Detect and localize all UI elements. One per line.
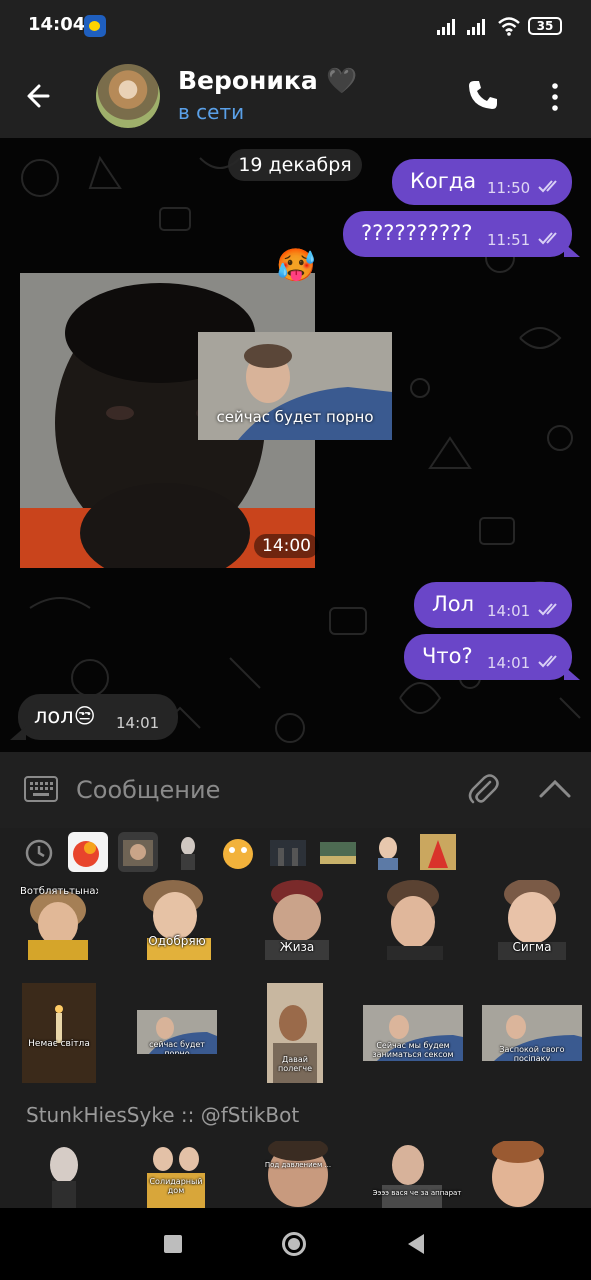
chevron-up-icon[interactable] (538, 778, 572, 800)
sticker[interactable] (375, 880, 455, 960)
message-incoming[interactable]: лол😒 14:01 (10, 694, 178, 740)
sticker[interactable]: сейчас будет порно (137, 1010, 217, 1054)
message-outgoing[interactable]: ?????????? 11:51 (343, 211, 580, 257)
sticker-caption: Немає світла (28, 1039, 90, 1049)
sticker[interactable] (488, 1141, 548, 1208)
message-text: Лол (432, 592, 475, 616)
message-text: Что? (422, 644, 473, 668)
date-chip: 19 декабря (228, 149, 362, 181)
phone-icon[interactable] (466, 78, 500, 112)
battery-indicator: 35 (528, 17, 562, 35)
sticker-caption: Сейчас мы будем заниматься сексом (372, 1041, 454, 1059)
chat-header: Вероника 🖤 в сети (0, 54, 591, 138)
home-button[interactable] (282, 1232, 306, 1256)
sticker-pack-tabs (0, 828, 591, 878)
sticker[interactable]: Одобряю (137, 880, 217, 960)
sticker-caption: Одобряю (148, 934, 206, 948)
sticker-caption: Солидарный дом (149, 1177, 203, 1195)
sticker-caption: Под давлением ... (264, 1161, 332, 1169)
reaction-emoji[interactable]: 🥵 (276, 245, 316, 285)
sticker-caption: сейчас будет порно (149, 1040, 205, 1054)
message-time: 14:00 (254, 534, 319, 558)
status-time: 14:04 (28, 14, 86, 35)
sticker-pack-tab[interactable] (68, 832, 108, 872)
sticker-pack-tab[interactable] (268, 832, 308, 872)
keyboard-icon[interactable] (24, 776, 58, 802)
sticker-pack-tab[interactable] (368, 832, 408, 872)
message-text: ?????????? (361, 221, 473, 245)
sticker[interactable]: Сейчас мы будем заниматься сексом (363, 1005, 463, 1061)
status-bar: 14:04 35 (0, 0, 591, 54)
sticker[interactable]: Сигма (492, 880, 572, 960)
chat-area[interactable]: 19 декабря Когда 11:50 ?????????? 11:51 (0, 138, 591, 752)
contact-status: в сети (178, 100, 245, 124)
avatar[interactable] (96, 64, 160, 128)
sticker-pack-tab[interactable] (218, 832, 258, 872)
signal-icon (437, 19, 455, 35)
sticker-pack-tab[interactable] (118, 832, 158, 872)
sticker-caption: сейчас будет порно (216, 408, 374, 426)
more-vertical-icon[interactable] (542, 80, 568, 114)
message-time: 14:01 (487, 602, 531, 620)
message-composer (0, 752, 591, 828)
sticker[interactable] (38, 1141, 90, 1208)
double-check-icon (538, 180, 557, 193)
wifi-icon (498, 17, 520, 36)
paperclip-icon[interactable] (466, 772, 500, 808)
message-outgoing[interactable]: Что? 14:01 (404, 634, 580, 680)
app-notification-icon (84, 15, 106, 37)
sticker-panel: Вотблятьтынахуй Одобряю Жиза Сигма Немає… (0, 828, 591, 1208)
sticker-caption: Вотблятьтынахуй (20, 886, 98, 897)
sticker[interactable]: Вотблятьтынахуй (20, 880, 98, 960)
sticker-overlay[interactable]: сейчас будет порно (198, 332, 392, 440)
sticker-caption: Жиза (279, 940, 315, 954)
message-time: 11:51 (487, 231, 531, 249)
sticker[interactable]: Заспокой свого посіпаку (482, 1005, 582, 1061)
sticker-pack-tab[interactable] (168, 832, 208, 872)
message-input[interactable] (76, 774, 456, 806)
sticker-caption: Заспокой свого посіпаку (499, 1045, 565, 1061)
message-time: 14:01 (116, 714, 160, 732)
message-outgoing[interactable]: Лол 14:01 (414, 582, 572, 628)
message-time: 14:01 (487, 654, 531, 672)
double-check-icon (538, 603, 557, 616)
sticker-caption: Давай полегче (277, 1055, 312, 1073)
sticker-pack-tab[interactable] (418, 832, 458, 872)
message-outgoing[interactable]: Когда 11:50 (392, 159, 572, 205)
sticker-pack-title: StunkHiesSyke :: @fStikBot (26, 1103, 300, 1127)
clock-icon[interactable] (24, 838, 54, 868)
sticker[interactable]: Солидарный дом (143, 1141, 209, 1208)
double-check-icon (538, 232, 557, 245)
sticker[interactable]: Ээээ вася че за аппарат (372, 1141, 462, 1208)
signal-icon (467, 19, 485, 35)
sticker[interactable]: Под давлением ... (262, 1141, 334, 1208)
message-time: 11:50 (487, 179, 531, 197)
sticker[interactable]: Давай полегче (267, 983, 323, 1083)
double-check-icon (538, 655, 557, 668)
back-triangle-icon[interactable] (406, 1233, 426, 1255)
sticker-caption: Ээээ вася че за аппарат (372, 1189, 462, 1197)
message-text: лол😒 (34, 704, 96, 728)
contact-name[interactable]: Вероника 🖤 (178, 66, 358, 96)
sticker[interactable]: Немає світла (22, 983, 96, 1083)
message-text: Когда (410, 169, 477, 193)
recents-button[interactable] (164, 1235, 182, 1253)
sticker[interactable]: Жиза (257, 880, 337, 960)
back-arrow-icon[interactable] (20, 78, 60, 114)
sticker-pack-tab[interactable] (318, 832, 358, 872)
sticker-caption: Сигма (512, 940, 552, 954)
system-nav-bar (0, 1208, 591, 1280)
